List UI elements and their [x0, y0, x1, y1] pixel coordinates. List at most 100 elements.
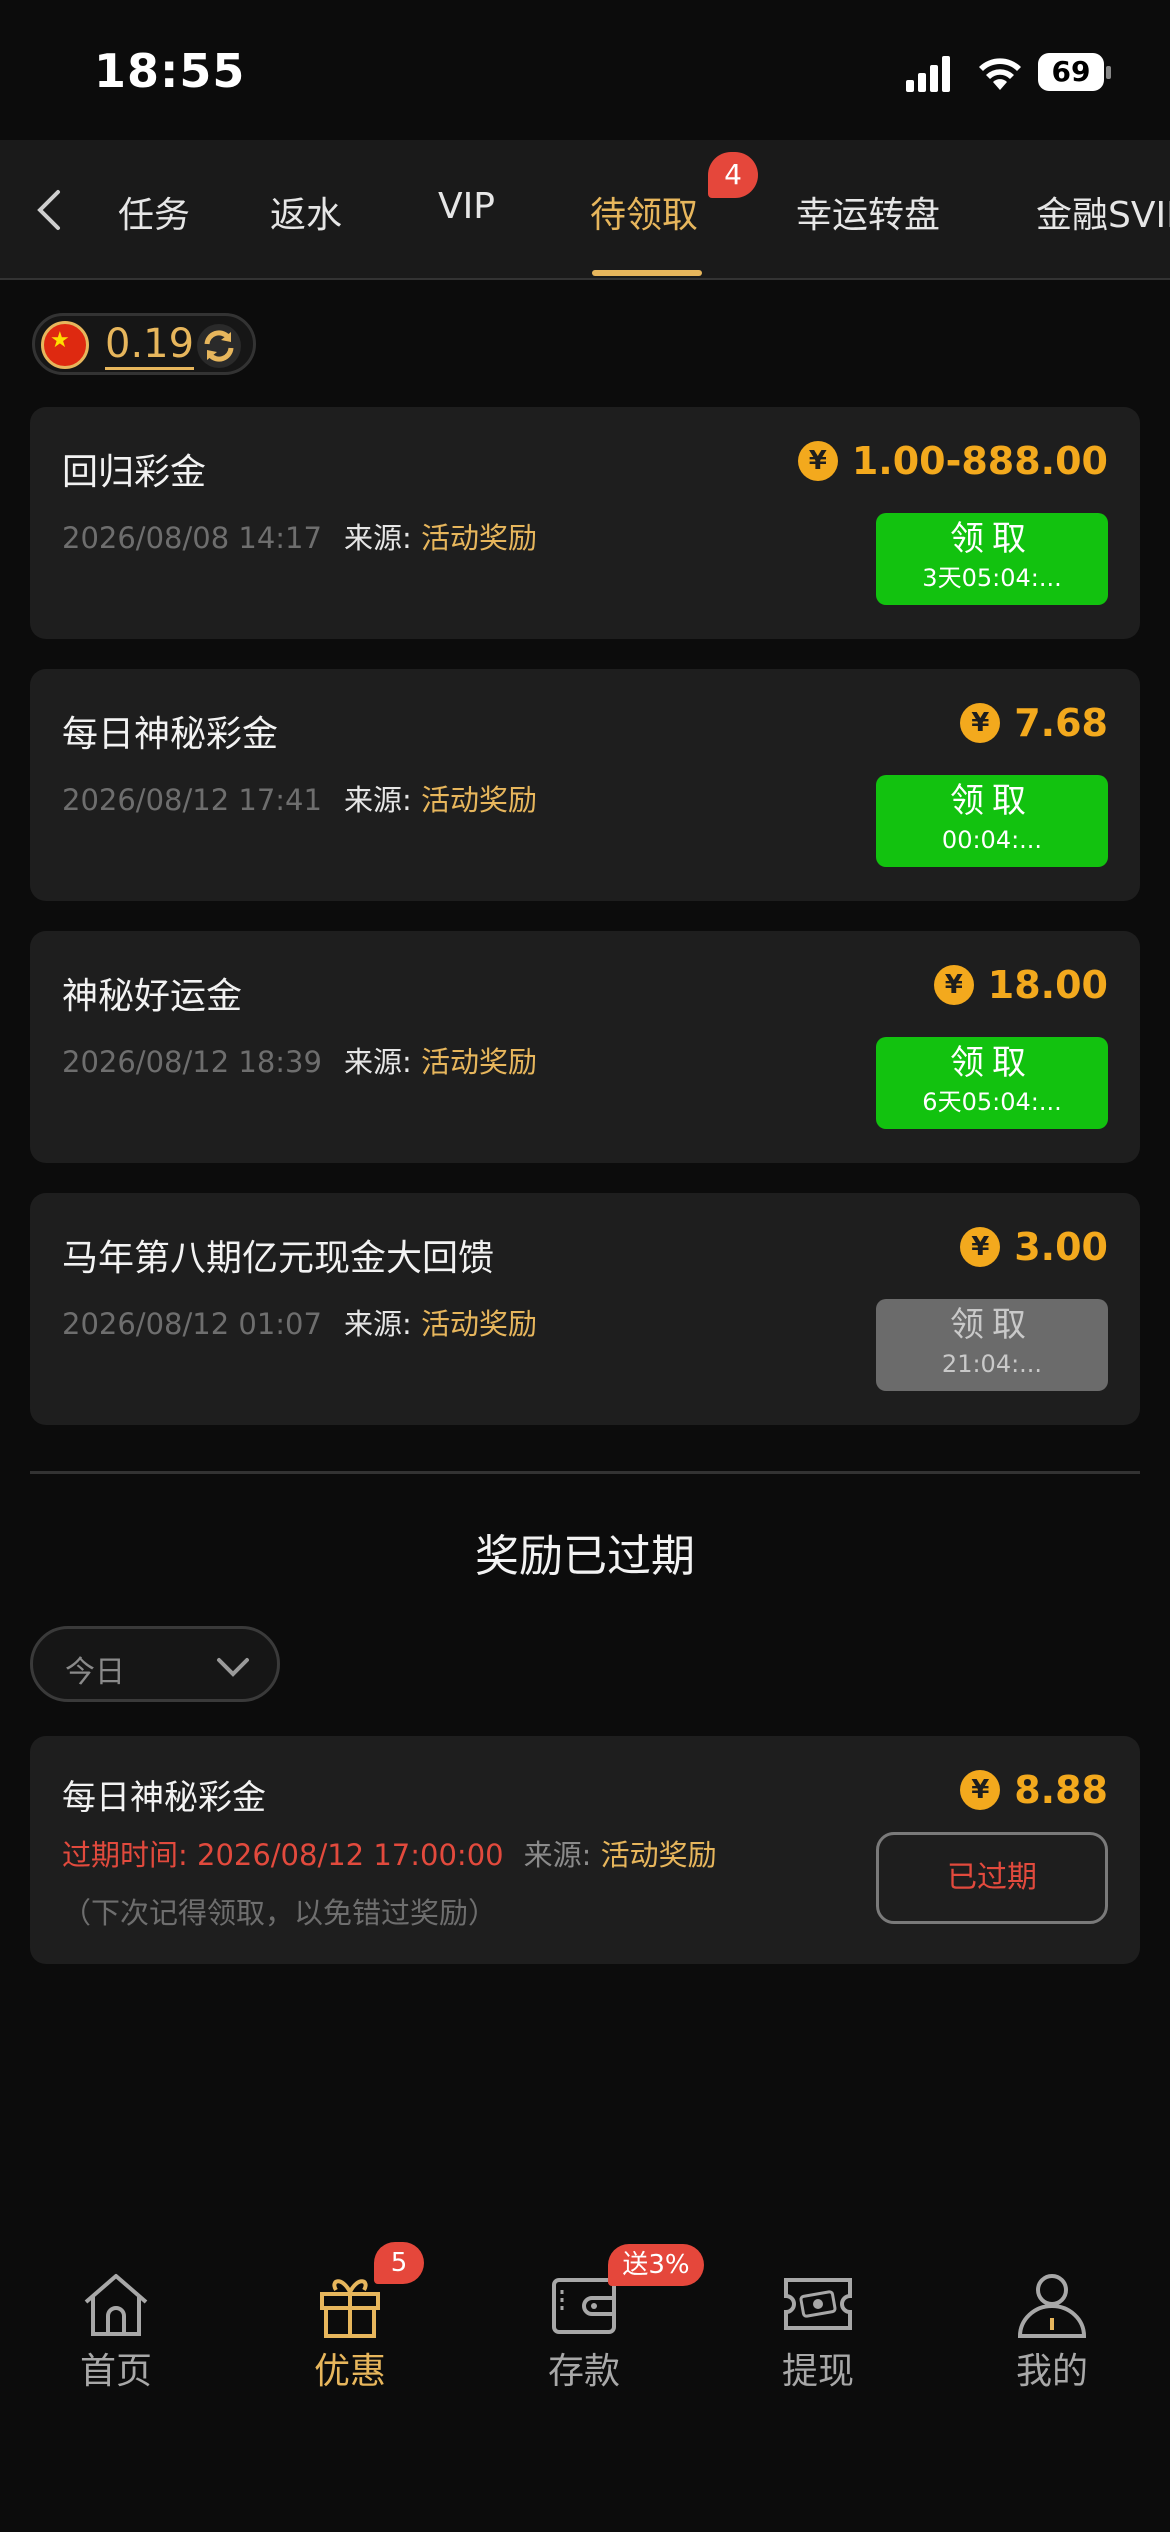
reward-card: 每日神秘彩金 2026/08/12 17:41 来源: 活动奖励 ¥ 7.68 领…	[30, 669, 1140, 901]
expired-reward-card: 每日神秘彩金 过期时间: 2026/08/12 17:00:00 来源: 活动奖励…	[30, 1736, 1140, 1964]
reward-card: 回归彩金 2026/08/08 14:17 来源: 活动奖励 ¥ 1.00-888…	[30, 407, 1140, 639]
yuan-coin-icon: ¥	[933, 965, 974, 1005]
reward-date: 2026/08/12 18:39	[62, 1045, 322, 1079]
nav-label: 我的	[1015, 2351, 1088, 2392]
profile-icon	[1017, 2274, 1087, 2338]
reward-date: 2026/08/08 14:17	[62, 521, 322, 555]
reward-meta: 2026/08/12 17:41 来源: 活动奖励	[62, 777, 537, 819]
status-time: 18:55	[94, 44, 246, 98]
nav-withdraw[interactable]: 提现	[748, 2270, 888, 2394]
claim-button[interactable]: 领取 3天05:04:...	[876, 513, 1108, 605]
reward-date: 2026/08/12 01:07	[62, 1307, 322, 1341]
nav-label: 存款	[547, 2351, 620, 2392]
wifi-icon	[979, 58, 1021, 90]
amount-value: 8.88	[1014, 1768, 1108, 1812]
date-filter-dropdown[interactable]: 今日	[30, 1626, 280, 1702]
balance-pill[interactable]: ★ 0.19	[32, 313, 256, 375]
source-value: 活动奖励	[420, 1307, 537, 1341]
reward-title: 马年第八期亿元现金大回馈	[62, 1238, 495, 1279]
signal-icon	[906, 56, 952, 92]
home-icon	[84, 2274, 148, 2336]
nav-deposit[interactable]: 存款	[514, 2270, 654, 2394]
expired-section-title: 奖励已过期	[475, 1531, 695, 1582]
category-tab-bar: 任务 返水 VIP 待领取 幸运转盘 金融SVIP	[0, 140, 1170, 280]
tab-pending[interactable]: 待领取	[590, 186, 698, 238]
reward-amount: ¥ 3.00	[960, 1225, 1108, 1269]
reward-date: 2026/08/12 17:41	[62, 783, 322, 817]
claim-timer: 6天05:04:...	[922, 1088, 1062, 1116]
reward-title: 每日神秘彩金	[62, 1778, 266, 1818]
claim-label: 领取	[950, 1043, 1034, 1083]
expired-status-button[interactable]: 已过期	[876, 1832, 1108, 1924]
reward-amount: ¥ 1.00-888.00	[797, 439, 1108, 483]
amount-value: 1.00-888.00	[851, 439, 1108, 483]
reward-title: 每日神秘彩金	[62, 714, 279, 755]
tab-vip[interactable]: VIP	[438, 186, 495, 227]
active-tab-indicator	[592, 270, 702, 276]
source-value: 活动奖励	[600, 1838, 717, 1872]
nav-label: 提现	[781, 2351, 854, 2392]
reward-meta: 2026/08/12 01:07 来源: 活动奖励	[62, 1301, 537, 1343]
reward-title: 神秘好运金	[62, 976, 243, 1017]
deposit-bonus-badge: 送3%	[608, 2244, 704, 2286]
chevron-down-icon	[217, 1658, 249, 1677]
tab-lucky-wheel[interactable]: 幸运转盘	[796, 186, 940, 238]
source-label: 来源:	[343, 521, 412, 555]
source-label: 来源:	[343, 1045, 412, 1079]
tab-finance-svip[interactable]: 金融SVIP	[1036, 186, 1170, 238]
promotions-badge: 5	[374, 2242, 424, 2284]
claim-label: 领取	[950, 781, 1034, 821]
source-label: 来源:	[523, 1838, 592, 1872]
reward-card: 神秘好运金 2026/08/12 18:39 来源: 活动奖励 ¥ 18.00 领…	[30, 931, 1140, 1163]
nav-promotions[interactable]: 优惠	[280, 2270, 420, 2394]
battery-icon: 69	[1038, 53, 1111, 91]
reward-title: 回归彩金	[62, 452, 207, 493]
claim-button[interactable]: 领取 00:04:...	[876, 775, 1108, 867]
yuan-coin-icon: ¥	[960, 1770, 1001, 1810]
claim-timer: 3天05:04:...	[922, 564, 1062, 592]
reward-card: 马年第八期亿元现金大回馈 2026/08/12 01:07 来源: 活动奖励 ¥ …	[30, 1193, 1140, 1425]
refresh-icon[interactable]	[195, 322, 243, 370]
reward-amount: ¥ 18.00	[933, 963, 1108, 1007]
source-label: 来源:	[343, 1307, 412, 1341]
nav-label: 优惠	[313, 2351, 386, 2392]
amount-value: 3.00	[1014, 1225, 1108, 1269]
claim-label: 领取	[950, 1305, 1034, 1345]
bottom-navigation: 首页 优惠 存款 提现 我的	[0, 2250, 1170, 2410]
back-button[interactable]	[20, 180, 80, 240]
claim-timer: 21:04:...	[941, 1350, 1043, 1378]
claim-timer: 00:04:...	[941, 826, 1043, 854]
source-value: 活动奖励	[420, 521, 537, 555]
source-value: 活动奖励	[420, 1045, 537, 1079]
nav-label: 首页	[79, 2351, 152, 2392]
tab-rebate[interactable]: 返水	[270, 186, 342, 238]
china-flag-icon: ★	[41, 321, 89, 369]
reward-meta: 2026/08/08 14:17 来源: 活动奖励	[62, 515, 537, 557]
reward-amount: ¥ 7.68	[960, 701, 1108, 745]
reward-meta: 过期时间: 2026/08/12 17:00:00 来源: 活动奖励	[62, 1832, 717, 1874]
status-bar: 18:55 69	[0, 0, 1170, 140]
reward-meta: 2026/08/12 18:39 来源: 活动奖励	[62, 1039, 537, 1081]
battery-level: 69	[1051, 55, 1091, 88]
reward-amount: ¥ 8.88	[960, 1768, 1108, 1812]
yuan-coin-icon: ¥	[797, 441, 838, 481]
claim-button-disabled[interactable]: 领取 21:04:...	[876, 1299, 1108, 1391]
source-value: 活动奖励	[420, 783, 537, 817]
claim-button[interactable]: 领取 6天05:04:...	[876, 1037, 1108, 1129]
nav-home[interactable]: 首页	[46, 2270, 186, 2394]
yuan-coin-icon: ¥	[960, 1227, 1001, 1267]
expire-note: （下次记得领取，以免错过奖励）	[62, 1896, 498, 1930]
nav-profile[interactable]: 我的	[982, 2270, 1122, 2394]
section-divider	[30, 1471, 1140, 1474]
pending-count-badge: 4	[708, 152, 758, 198]
yuan-coin-icon: ¥	[960, 703, 1001, 743]
amount-value: 18.00	[987, 963, 1108, 1007]
source-label: 来源:	[343, 783, 412, 817]
chevron-left-icon	[37, 190, 60, 230]
balance-value: 0.19	[105, 321, 195, 370]
date-filter-value: 今日	[65, 1655, 125, 1690]
tab-tasks[interactable]: 任务	[118, 186, 190, 238]
expire-time: 过期时间: 2026/08/12 17:00:00	[62, 1838, 504, 1872]
cash-icon	[784, 2278, 852, 2330]
claim-label: 领取	[950, 519, 1034, 559]
